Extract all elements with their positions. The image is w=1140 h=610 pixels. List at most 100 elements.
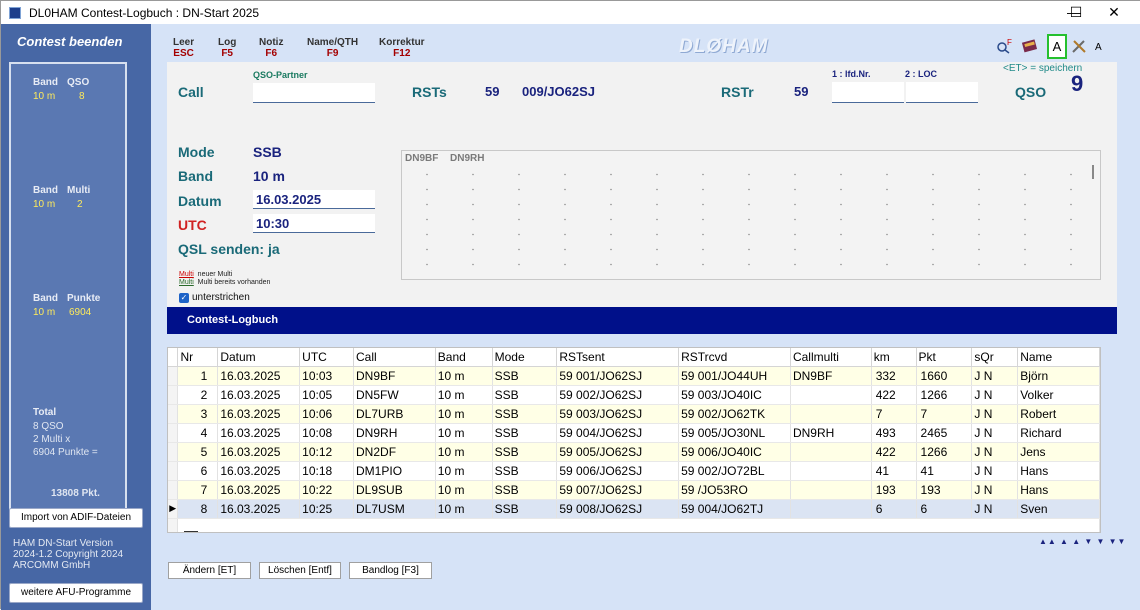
table-cell: Richard — [1017, 423, 1100, 443]
table-row[interactable]: 6 16.03.2025 10:18 DM1PIO 10 m SSB 59 006/JO62… — [168, 461, 1100, 481]
table-cell: 422 — [871, 385, 917, 405]
font-small-button[interactable]: A — [1095, 42, 1102, 53]
version-line: HAM DN-Start Version — [13, 538, 114, 549]
new-row[interactable] — [168, 518, 1100, 532]
logbook-table: Nr Datum UTC Call Band Mode RSTsent RSTr… — [167, 347, 1101, 533]
table-row[interactable]: 5 16.03.2025 10:12 DN2DF 10 m SSB 59 005/JO62S… — [168, 442, 1100, 462]
column-header[interactable]: RSTsent — [556, 348, 680, 367]
table-cell: J N — [971, 366, 1019, 386]
name-qth-button[interactable]: Name/QTH F9 — [307, 37, 358, 59]
multiplier-grid: DN9BF DN9RH — [401, 150, 1101, 280]
contest-end-button[interactable]: Contest beenden — [17, 34, 122, 49]
tools-icon[interactable] — [1071, 38, 1087, 57]
underline-checkbox[interactable]: ✓ — [179, 293, 189, 303]
table-cell — [790, 404, 872, 424]
table-cell: 59 002/JO62TK — [678, 404, 791, 424]
table-cell: 10:25 — [299, 499, 355, 519]
table-row[interactable]: 2 16.03.2025 10:05 DN5FW 10 m SSB 59 002/JO62S… — [168, 385, 1100, 405]
column-header[interactable]: Mode — [492, 348, 558, 367]
column-header[interactable]: Pkt — [916, 348, 973, 367]
table-cell: 7 — [916, 404, 973, 424]
clear-button[interactable]: Leer ESC — [173, 37, 194, 59]
table-cell: Robert — [1017, 404, 1100, 424]
band-value[interactable]: 10 m — [253, 168, 285, 184]
column-header[interactable]: sQr — [971, 348, 1019, 367]
row-header[interactable] — [168, 480, 179, 500]
underline-label: unterstrichen — [192, 292, 250, 303]
row-header[interactable] — [168, 366, 179, 386]
table-cell: 59 005/JO30NL — [678, 423, 791, 443]
table-row[interactable]: 4 16.03.2025 10:08 DN9RH 10 m SSB 59 004/JO62S… — [168, 423, 1100, 443]
row-header[interactable] — [168, 385, 179, 405]
table-cell: 2465 — [916, 423, 973, 443]
column-header[interactable]: RSTrcvd — [678, 348, 791, 367]
qsl-label[interactable]: QSL senden: ja — [178, 241, 280, 257]
column-header[interactable]: Datum — [217, 348, 301, 367]
table-row[interactable]: 7 16.03.2025 10:22 DL9SUB 10 m SSB 59 007/JO62… — [168, 480, 1100, 500]
correction-label: Korrektur — [379, 37, 425, 48]
row-header[interactable] — [168, 404, 179, 424]
more-programs-button[interactable]: weitere AFU-Programme — [9, 583, 143, 603]
column-header[interactable]: Nr — [177, 348, 219, 367]
edit-button[interactable]: Ändern [ET] — [168, 562, 251, 579]
search-settings-icon[interactable]: F — [996, 38, 1014, 57]
bandlog-button[interactable]: Bandlog [F3] — [349, 562, 432, 579]
row-header[interactable] — [168, 442, 179, 462]
maximize-button[interactable]: ☐ — [1057, 1, 1095, 24]
navigation-arrows[interactable]: ▲▲ ▲ ▲ ▼ ▼ ▼▼ — [1039, 537, 1126, 546]
table-cell — [790, 480, 872, 500]
grid-multi-label: DN9RH — [450, 153, 485, 164]
multi-value: 2 — [77, 199, 83, 210]
mode-value[interactable]: SSB — [253, 144, 282, 160]
table-cell: J N — [971, 423, 1019, 443]
correction-button[interactable]: Korrektur F12 — [379, 37, 425, 59]
close-button[interactable]: ✕ — [1095, 1, 1133, 24]
grid-scrollbar[interactable] — [1092, 165, 1094, 179]
table-cell: SSB — [492, 404, 558, 424]
column-header[interactable]: Band — [435, 348, 493, 367]
column-header[interactable]: Callmulti — [790, 348, 872, 367]
locator-input[interactable] — [906, 82, 978, 103]
column-header[interactable]: Call — [353, 348, 436, 367]
rstr-value: 59 — [794, 84, 809, 99]
table-cell: DN2DF — [353, 442, 436, 462]
table-row[interactable]: ▶ 8 16.03.2025 10:25 DL7USM 10 m SSB 59 008/JO6… — [168, 499, 1100, 519]
row-header[interactable] — [168, 423, 179, 443]
table-cell: 16.03.2025 — [217, 442, 301, 462]
import-adif-button[interactable]: Import von ADIF-Dateien — [9, 508, 143, 528]
table-cell: 10 m — [435, 442, 493, 462]
grid-dots — [404, 167, 1094, 277]
version-line: ARCOMM GmbH — [13, 560, 91, 571]
table-cell: 3 — [177, 404, 219, 424]
delete-button[interactable]: Löschen [Entf] — [259, 562, 341, 579]
row-selector-arrow-icon[interactable]: ▶ — [168, 499, 179, 519]
table-row[interactable]: 3 16.03.2025 10:06 DL7URB 10 m SSB 59 003/JO62… — [168, 404, 1100, 424]
table-cell: 59 006/JO62SJ — [556, 461, 680, 481]
column-header[interactable]: km — [871, 348, 917, 367]
row-header[interactable] — [168, 461, 179, 481]
band-label: Band — [33, 77, 58, 88]
table-row[interactable]: 1 16.03.2025 10:03 DN9BF 10 m SSB 59 001/JO62S… — [168, 366, 1100, 386]
note-button[interactable]: Notiz F6 — [259, 37, 283, 59]
band-label: Band — [33, 185, 58, 196]
table-cell: J N — [971, 385, 1019, 405]
table-cell: 2 — [177, 385, 219, 405]
serial-input[interactable] — [832, 82, 904, 103]
log-button[interactable]: Log F5 — [218, 37, 236, 59]
table-cell: 1 — [177, 366, 219, 386]
table-cell: 16.03.2025 — [217, 461, 301, 481]
column-header[interactable]: UTC — [299, 348, 355, 367]
band-label: Band — [33, 293, 58, 304]
mode-label: Mode — [178, 144, 215, 160]
table-cell: 16.03.2025 — [217, 423, 301, 443]
book-icon[interactable] — [1021, 38, 1039, 57]
total-label: Total — [33, 407, 57, 418]
new-row-cell[interactable] — [177, 518, 1100, 532]
column-header[interactable]: Name — [1017, 348, 1100, 367]
table-cell: 16.03.2025 — [217, 385, 301, 405]
call-input[interactable] — [253, 83, 375, 103]
sidebar: Contest beenden Band QSO 10 m 8 Band Mul… — [1, 24, 151, 610]
font-large-button[interactable]: A — [1047, 34, 1067, 59]
table-cell: 8 — [177, 499, 219, 519]
row-header — [168, 518, 179, 532]
